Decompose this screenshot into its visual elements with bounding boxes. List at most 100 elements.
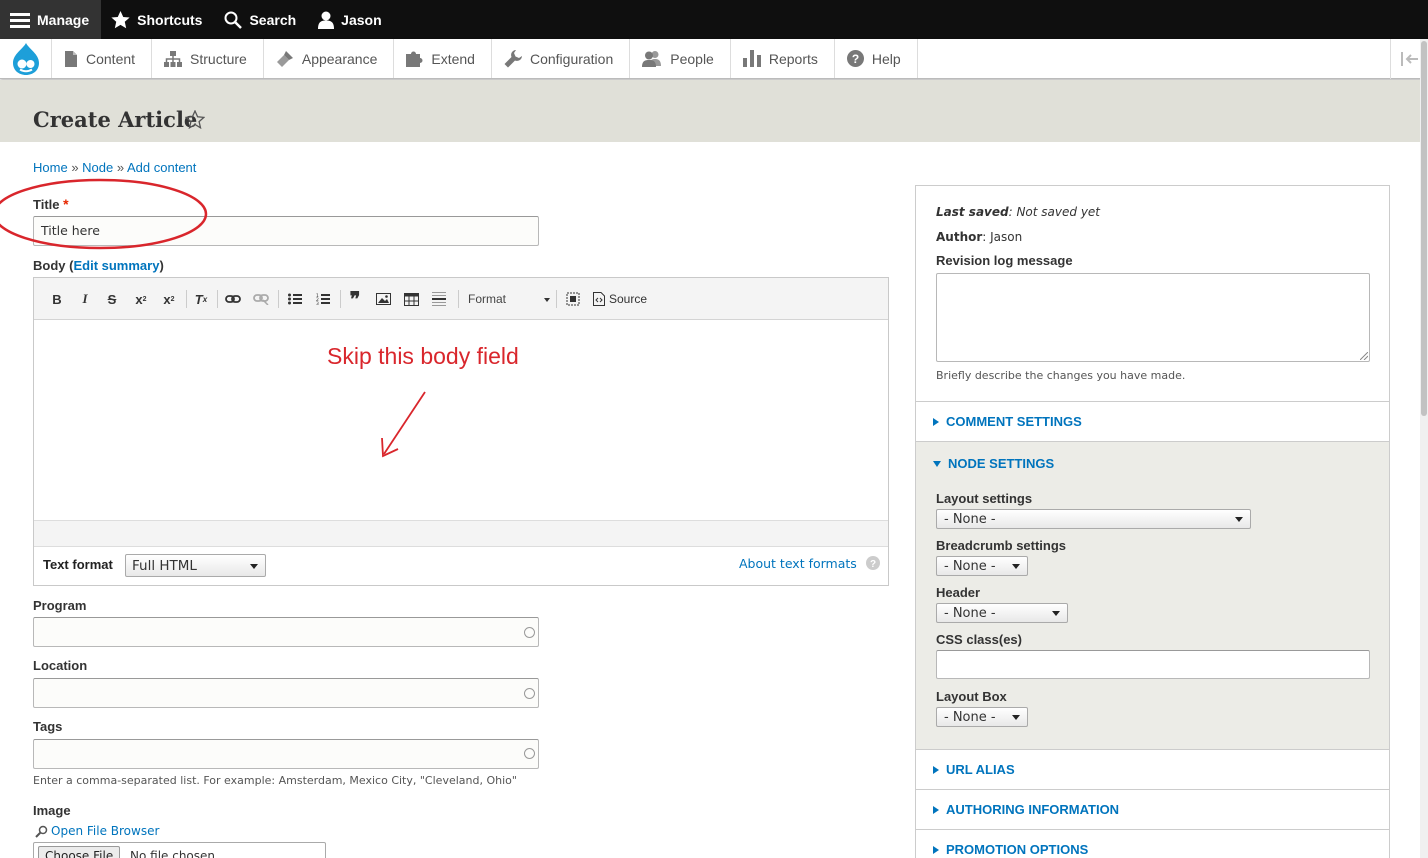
node-settings-toggle[interactable]: Node settings xyxy=(933,456,1054,471)
toolbar-separator xyxy=(556,290,557,308)
chevron-down-icon xyxy=(1012,715,1020,720)
autocomplete-icon xyxy=(524,688,535,699)
italic-icon[interactable]: I xyxy=(78,290,92,308)
format-dropdown-label: Format xyxy=(468,292,507,306)
resize-handle-icon[interactable] xyxy=(1360,352,1368,360)
body-editor: B I S x2 x2 Tx 123 ❞ Format Source Text … xyxy=(33,277,889,586)
svg-text:?: ? xyxy=(870,559,876,570)
breadcrumb: Home » Node » Add content xyxy=(33,160,196,175)
no-file-chosen: No file chosen xyxy=(130,849,216,858)
drupal-logo[interactable] xyxy=(0,39,52,78)
tray-item-label: Structure xyxy=(190,50,247,67)
about-text-formats-link[interactable]: About text formats xyxy=(739,556,857,571)
tags-input[interactable] xyxy=(33,739,539,769)
source-icon xyxy=(593,292,605,306)
css-classes-input[interactable] xyxy=(936,650,1370,679)
bulleted-list-icon[interactable] xyxy=(286,290,304,308)
source-label: Source xyxy=(609,292,648,306)
strikethrough-icon[interactable]: S xyxy=(105,290,119,308)
promotion-options-toggle[interactable]: Promotion options xyxy=(916,830,1389,858)
svg-text:?: ? xyxy=(852,52,859,66)
header-select[interactable]: - None - xyxy=(936,603,1068,623)
tray-item-configuration[interactable]: Configuration xyxy=(492,39,631,78)
tray-item-label: Configuration xyxy=(529,50,614,67)
toolbar-separator xyxy=(186,290,187,308)
tray-item-extend[interactable]: Extend xyxy=(394,39,492,78)
numbered-list-icon[interactable]: 123 xyxy=(314,290,332,308)
revision-log-textarea[interactable] xyxy=(936,273,1370,362)
last-saved-value: Not saved yet xyxy=(1016,205,1101,219)
tray-item-label: Help xyxy=(871,50,901,67)
comment-settings-toggle[interactable]: Comment settings xyxy=(916,402,1389,442)
node-settings-panel: Node settings Layout settings - None - B… xyxy=(916,442,1389,750)
text-format-label: Text format xyxy=(43,557,113,572)
tray-item-label: Appearance xyxy=(301,50,378,67)
url-alias-toggle[interactable]: URL alias xyxy=(916,750,1389,790)
image-icon[interactable] xyxy=(374,290,392,308)
unlink-icon[interactable] xyxy=(252,290,270,308)
tray-item-reports[interactable]: Reports xyxy=(731,39,835,78)
breadcrumb-add-content[interactable]: Add content xyxy=(127,160,196,175)
file-icon xyxy=(65,50,77,67)
edit-summary-link[interactable]: Edit summary xyxy=(73,258,159,273)
toolbar-search-button[interactable]: Search xyxy=(214,0,308,39)
show-blocks-icon[interactable] xyxy=(564,290,582,308)
select-value: - None - xyxy=(944,605,996,621)
authoring-information-toggle[interactable]: Authoring information xyxy=(916,790,1389,830)
toolbar-separator xyxy=(217,290,218,308)
format-dropdown[interactable]: Format xyxy=(468,290,550,308)
scrollbar-thumb[interactable] xyxy=(1421,41,1427,416)
location-input[interactable] xyxy=(33,678,539,708)
breadcrumb-node[interactable]: Node xyxy=(82,160,113,175)
annotation-arrow xyxy=(381,391,426,458)
select-value: - None - xyxy=(944,511,996,527)
chevron-down-icon xyxy=(1012,564,1020,569)
blockquote-icon[interactable]: ❞ xyxy=(346,289,364,311)
hamburger-icon xyxy=(10,12,30,28)
help-icon[interactable]: ? xyxy=(866,556,880,570)
layout-settings-select[interactable]: - None - xyxy=(936,509,1251,529)
text-format-select[interactable]: Full HTML xyxy=(125,554,266,577)
superscript-icon[interactable]: x2 xyxy=(132,290,150,308)
remove-format-icon[interactable]: Tx xyxy=(192,290,210,308)
breadcrumb-settings-select[interactable]: - None - xyxy=(936,556,1028,576)
bold-icon[interactable]: B xyxy=(50,290,64,308)
tray-item-appearance[interactable]: Appearance xyxy=(264,39,395,78)
css-classes-label: CSS class(es) xyxy=(936,632,1022,647)
node-settings-label: Node settings xyxy=(948,456,1055,471)
breadcrumb-home[interactable]: Home xyxy=(33,160,68,175)
program-input[interactable] xyxy=(33,617,539,647)
triangle-down-icon xyxy=(933,460,941,467)
horizontal-line-icon[interactable] xyxy=(430,290,448,308)
tray-item-structure[interactable]: Structure xyxy=(152,39,264,78)
page-scrollbar[interactable] xyxy=(1420,39,1428,858)
link-icon[interactable] xyxy=(224,290,242,308)
table-icon[interactable] xyxy=(402,290,420,308)
toolbar-manage-button[interactable]: Manage xyxy=(0,0,102,39)
star-icon xyxy=(111,10,130,28)
toolbar-user-button[interactable]: Jason xyxy=(308,0,393,39)
toolbar-shortcuts-label: Shortcuts xyxy=(137,11,203,28)
author: Author: Jason xyxy=(936,230,1022,244)
user-icon xyxy=(318,11,335,29)
source-button[interactable]: Source xyxy=(593,290,653,308)
triangle-right-icon xyxy=(933,765,939,774)
toolbar-user-label: Jason xyxy=(341,11,382,28)
entity-meta: Last saved: Not saved yet Author: Jason … xyxy=(916,186,1389,402)
shortcut-star-icon[interactable] xyxy=(185,110,205,129)
breadcrumb-separator: » xyxy=(116,160,125,175)
editor-toolbar: B I S x2 x2 Tx 123 ❞ Format Source xyxy=(34,278,888,320)
toolbar-shortcuts-button[interactable]: Shortcuts xyxy=(101,0,214,39)
choose-file-button[interactable]: Choose File xyxy=(38,846,121,858)
tray-item-content[interactable]: Content xyxy=(52,39,153,78)
revision-log-description: Briefly describe the changes you have ma… xyxy=(936,369,1186,382)
layout-box-select[interactable]: - None - xyxy=(936,707,1028,727)
tray-item-help[interactable]: ? Help xyxy=(835,39,918,78)
subscript-icon[interactable]: x2 xyxy=(160,290,178,308)
tray-item-people[interactable]: People xyxy=(630,39,731,78)
toolbar-separator xyxy=(458,290,459,308)
open-file-browser[interactable]: Open File Browser xyxy=(35,824,159,838)
tray-item-label: People xyxy=(670,50,714,67)
last-saved-label: Last saved xyxy=(936,205,1009,219)
wrench-icon xyxy=(504,49,522,67)
